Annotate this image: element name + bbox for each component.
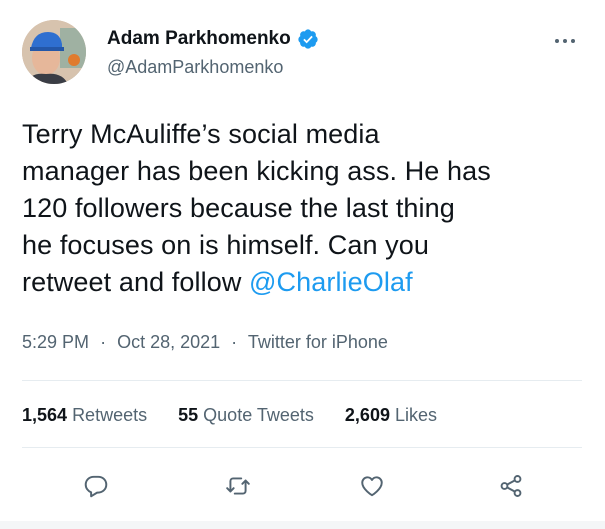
quote-tweets-stat[interactable]: 55 Quote Tweets xyxy=(178,405,314,425)
reply-icon[interactable] xyxy=(76,466,116,506)
meta-separator: · xyxy=(100,332,107,352)
likes-label: Likes xyxy=(394,405,438,425)
retweets-label: Retweets xyxy=(72,405,148,425)
mention-link[interactable]: @CharlieOlaf xyxy=(249,267,413,297)
retweets-count: 1,564 xyxy=(22,405,68,425)
more-horizontal-icon[interactable] xyxy=(555,30,583,46)
tweet-source[interactable]: Twitter for iPhone xyxy=(248,332,388,352)
bottom-border xyxy=(0,521,605,529)
heart-icon[interactable] xyxy=(352,466,392,506)
tweet-metadata: 5:29 PM · Oct 28, 2021 · Twitter for iPh… xyxy=(22,332,388,353)
tweet-time[interactable]: 5:29 PM xyxy=(22,332,89,352)
likes-stat[interactable]: 2,609 Likes xyxy=(345,405,437,425)
divider xyxy=(22,380,582,381)
quote-tweets-label: Quote Tweets xyxy=(203,405,314,425)
share-icon[interactable] xyxy=(491,466,531,506)
quote-tweets-count: 55 xyxy=(178,405,199,425)
tweet-card: Adam Parkhomenko @AdamParkhomenko Terry … xyxy=(0,0,605,529)
tweet-text: Terry McAuliffe’s social media manager h… xyxy=(22,116,587,301)
likes-count: 2,609 xyxy=(344,405,390,425)
author-name-row: Adam Parkhomenko xyxy=(107,28,319,50)
retweets-stat[interactable]: 1,564 Retweets xyxy=(22,405,147,425)
author-name[interactable]: Adam Parkhomenko xyxy=(107,28,291,50)
tweet-stats: 1,564 Retweets 55 Quote Tweets 2,609 Lik… xyxy=(22,405,463,426)
verified-badge-icon xyxy=(297,28,319,50)
avatar-photo xyxy=(22,20,86,84)
tweet-date[interactable]: Oct 28, 2021 xyxy=(117,332,220,352)
avatar[interactable] xyxy=(22,20,86,84)
author-handle[interactable]: @AdamParkhomenko xyxy=(107,57,283,78)
action-bar xyxy=(0,466,605,506)
meta-separator: · xyxy=(231,332,238,352)
retweet-icon[interactable] xyxy=(218,466,258,506)
divider xyxy=(22,447,582,448)
